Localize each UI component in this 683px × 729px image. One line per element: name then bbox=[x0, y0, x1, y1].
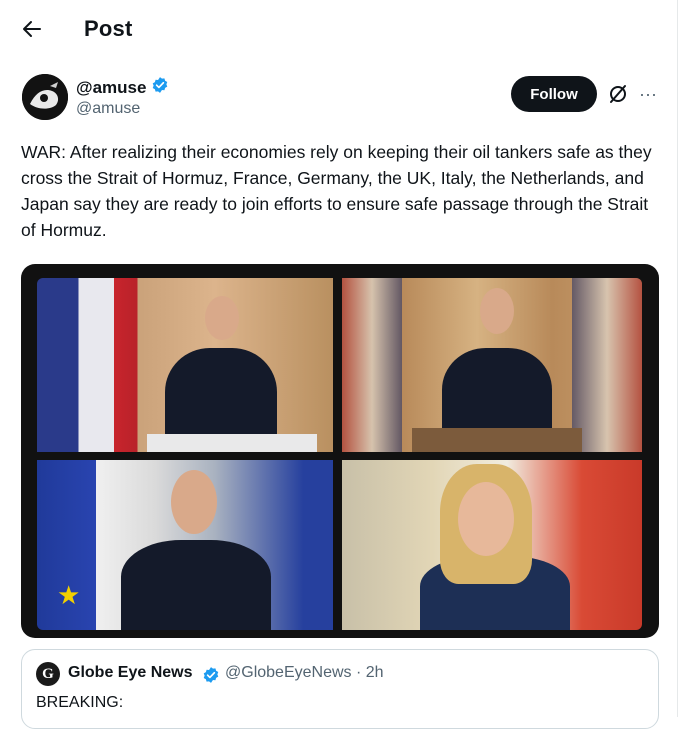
author-display-name[interactable]: @amuse bbox=[76, 78, 146, 98]
avatar[interactable] bbox=[22, 74, 68, 120]
verified-badge-icon bbox=[202, 666, 220, 689]
page-title: Post bbox=[84, 16, 133, 41]
quoted-post[interactable]: G Globe Eye News @GlobeEyeNews · 2h BREA… bbox=[21, 649, 659, 729]
post-text: WAR: After realizing their economies rel… bbox=[21, 142, 652, 240]
header: Post bbox=[0, 0, 678, 58]
photo-leader-4[interactable] bbox=[342, 460, 642, 630]
more-options-icon[interactable]: ··· bbox=[636, 82, 660, 106]
quoted-avatar[interactable]: G bbox=[36, 662, 60, 686]
flag-left bbox=[342, 278, 402, 452]
speaker-suit bbox=[121, 540, 271, 630]
post-frame: Post @amuse @amuse Follow ··· WAR: After… bbox=[0, 0, 678, 729]
author-handle[interactable]: @amuse bbox=[76, 100, 140, 118]
photo-leader-2[interactable] bbox=[342, 278, 642, 452]
speaker-head bbox=[205, 296, 239, 340]
quoted-author-name[interactable]: Globe Eye News bbox=[68, 664, 193, 682]
post-media-grid[interactable]: ★ bbox=[21, 264, 659, 638]
star-icon: ★ bbox=[57, 580, 81, 610]
back-arrow-icon[interactable] bbox=[20, 17, 44, 41]
photo-leader-3[interactable]: ★ bbox=[37, 460, 333, 630]
lectern bbox=[147, 434, 317, 452]
author-name[interactable]: @amuse bbox=[76, 76, 169, 99]
speaker-head bbox=[480, 288, 514, 334]
lectern bbox=[412, 428, 582, 452]
quoted-meta[interactable]: @GlobeEyeNews · 2h bbox=[225, 664, 384, 682]
speaker-head bbox=[458, 482, 514, 556]
quoted-text: BREAKING: bbox=[36, 694, 124, 711]
flag-right bbox=[572, 278, 642, 452]
photo-leader-1[interactable] bbox=[37, 278, 333, 452]
verified-badge-icon bbox=[151, 76, 169, 99]
follow-button[interactable]: Follow bbox=[511, 76, 597, 112]
grok-icon[interactable] bbox=[606, 82, 630, 106]
speaker-head bbox=[171, 470, 217, 534]
